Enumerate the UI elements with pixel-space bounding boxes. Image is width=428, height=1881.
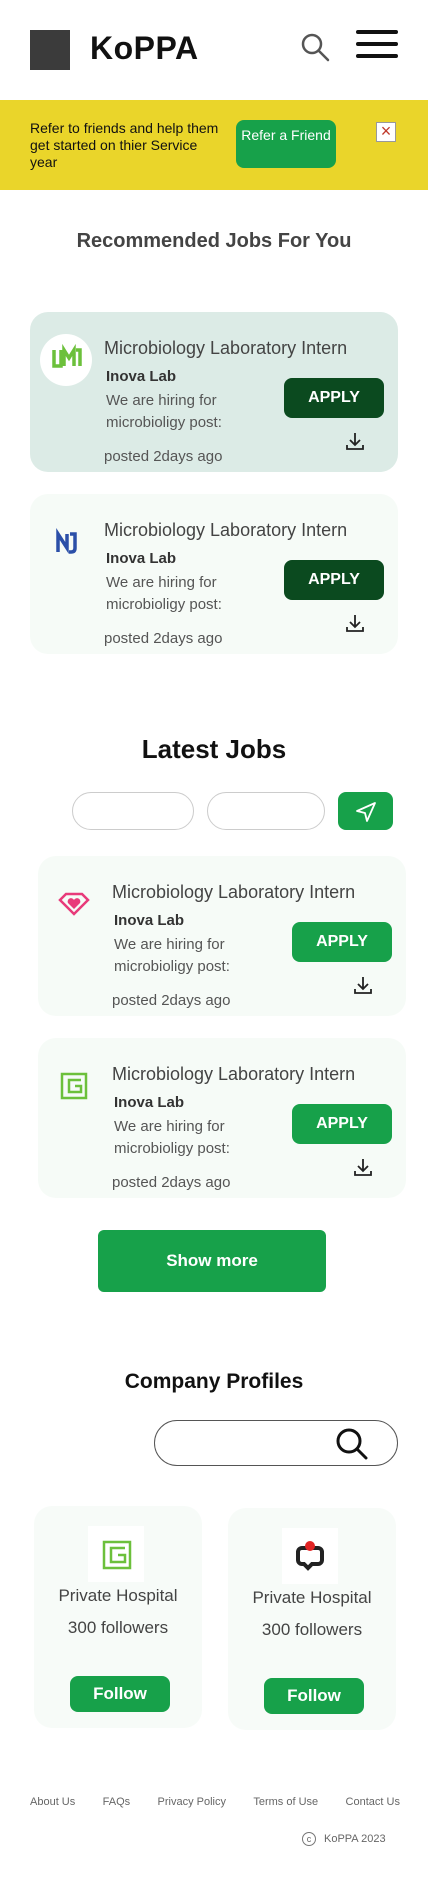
job-title[interactable]: Microbiology Laboratory Intern [104, 338, 347, 359]
job-card[interactable]: Microbiology Laboratory Intern Inova Lab… [30, 494, 398, 654]
company-card[interactable]: Private Hospital 300 followers Follow [228, 1508, 396, 1730]
brand-logo[interactable] [30, 30, 70, 70]
brand-name[interactable]: KoPPA [90, 30, 199, 67]
job-title[interactable]: Microbiology Laboratory Intern [112, 882, 355, 903]
filter-input-2[interactable] [207, 792, 325, 830]
job-company: Inova Lab [114, 912, 185, 929]
follow-button[interactable]: Follow [70, 1676, 170, 1712]
copyright: c KoPPA 2023 [302, 1832, 386, 1846]
show-more-button[interactable]: Show more [98, 1230, 326, 1292]
footer-link-contact[interactable]: Contact Us [346, 1796, 400, 1808]
referral-banner: Refer to friends and help them get start… [0, 100, 428, 190]
search-icon[interactable] [300, 32, 330, 62]
footer-link-terms[interactable]: Terms of Use [253, 1796, 318, 1808]
footer-link-privacy[interactable]: Privacy Policy [158, 1796, 226, 1808]
latest-jobs-title: Latest Jobs [141, 734, 287, 764]
nj-logo-icon [40, 516, 92, 568]
job-card[interactable]: Microbiology Laboratory Intern Inova Lab… [38, 856, 406, 1016]
header: KoPPA [0, 0, 428, 100]
company-followers: 300 followers [261, 1620, 363, 1639]
company-profiles-title: Company Profiles [124, 1370, 304, 1393]
chat-logo-icon [282, 1528, 338, 1584]
company-name[interactable]: Private Hospital [34, 1586, 202, 1606]
footer-link-about[interactable]: About Us [30, 1796, 75, 1808]
job-company: Inova Lab [106, 550, 177, 567]
job-title[interactable]: Microbiology Laboratory Intern [112, 1064, 355, 1085]
job-card[interactable]: Microbiology Laboratory Intern Inova Lab… [38, 1038, 406, 1198]
job-company: Inova Lab [106, 368, 177, 385]
follow-button[interactable]: Follow [264, 1678, 364, 1714]
filter-input-1[interactable] [72, 792, 194, 830]
job-posted-date: posted 2days ago [104, 630, 223, 647]
copyright-text: KoPPA 2023 [324, 1832, 386, 1845]
apply-button[interactable]: APPLY [284, 378, 384, 418]
send-icon [356, 802, 376, 822]
job-description: We are hiring for microbioligy post: [114, 1118, 230, 1157]
apply-button[interactable]: APPLY [284, 560, 384, 600]
refer-friend-button[interactable]: Refer a Friend [236, 120, 336, 168]
heart-diamond-logo-icon [48, 878, 100, 930]
send-button[interactable] [338, 792, 393, 830]
download-icon[interactable] [352, 1156, 374, 1178]
footer-link-faqs[interactable]: FAQs [103, 1796, 131, 1808]
job-description: We are hiring for microbioligy post: [114, 936, 230, 975]
g-logo-icon [48, 1060, 100, 1112]
job-description: We are hiring for microbioligy post: [106, 392, 222, 431]
download-icon[interactable] [352, 974, 374, 996]
company-name[interactable]: Private Hospital [228, 1588, 396, 1608]
company-card[interactable]: Private Hospital 300 followers Follow [34, 1506, 202, 1728]
apply-button[interactable]: APPLY [292, 1104, 392, 1144]
um-logo-icon [40, 334, 92, 386]
job-posted-date: posted 2days ago [112, 992, 231, 1009]
g-logo-icon [88, 1526, 144, 1582]
hamburger-menu-icon[interactable] [356, 30, 398, 64]
job-company: Inova Lab [114, 1094, 185, 1111]
job-card[interactable]: Microbiology Laboratory Intern Inova Lab… [30, 312, 398, 472]
recommended-title: Recommended Jobs For You [76, 230, 352, 252]
close-icon[interactable]: × [376, 122, 396, 142]
job-description: We are hiring for microbioligy post: [106, 574, 222, 613]
referral-banner-text: Refer to friends and help them get start… [30, 120, 219, 170]
job-title[interactable]: Microbiology Laboratory Intern [104, 520, 347, 541]
footer-links: About Us FAQs Privacy Policy Terms of Us… [30, 1796, 400, 1808]
download-icon[interactable] [344, 612, 366, 634]
apply-button[interactable]: APPLY [292, 922, 392, 962]
job-posted-date: posted 2days ago [104, 448, 223, 465]
search-icon[interactable] [334, 1426, 368, 1460]
copyright-icon: c [302, 1832, 316, 1846]
download-icon[interactable] [344, 430, 366, 452]
company-followers: 300 followers [67, 1618, 169, 1637]
job-posted-date: posted 2days ago [112, 1174, 231, 1191]
